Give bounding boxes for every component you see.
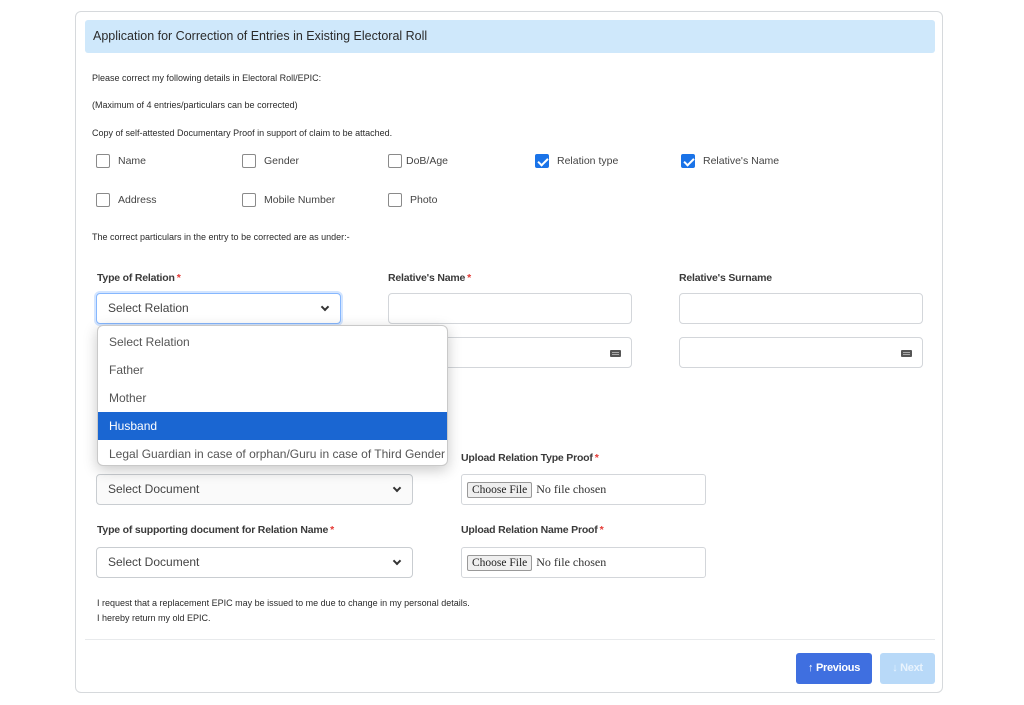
dropdown-option[interactable]: Legal Guardian in case of orphan/Guru in…: [98, 440, 447, 465]
relatives-name-input[interactable]: [388, 293, 632, 324]
checkbox-label: Mobile Number: [264, 194, 336, 206]
relatives-surname-input[interactable]: [679, 293, 923, 324]
type-of-relation-select[interactable]: Select Relation: [96, 293, 341, 324]
checkbox-label: Photo: [410, 194, 438, 206]
replacement-request-text: I request that a replacement EPIC may be…: [97, 598, 470, 608]
relatives-surname-label: Relative's Surname: [679, 272, 772, 284]
dropdown-option[interactable]: Mother: [98, 384, 447, 412]
checkbox-gender[interactable]: Gender: [242, 154, 299, 168]
upload-relation-type-label: Upload Relation Type Proof *: [461, 452, 599, 464]
checkbox-box[interactable]: [242, 193, 256, 207]
checkbox-checked-icon[interactable]: [535, 154, 549, 168]
checkbox-relation-type[interactable]: Relation type: [535, 154, 618, 168]
checkbox-box[interactable]: [96, 193, 110, 207]
checkbox-mobile-number[interactable]: Mobile Number: [242, 193, 335, 207]
checkbox-checked-icon[interactable]: [681, 154, 695, 168]
keyboard-icon[interactable]: [901, 350, 912, 357]
dropdown-option[interactable]: Father: [98, 356, 447, 384]
checkbox-box[interactable]: [96, 154, 110, 168]
checkbox-name[interactable]: Name: [96, 154, 146, 168]
doc-relation-type-select[interactable]: Select Document: [96, 474, 413, 505]
dropdown-option[interactable]: Select Relation: [98, 328, 447, 356]
form-title: Application for Correction of Entries in…: [85, 20, 935, 53]
doc-relation-name-label: Type of supporting document for Relation…: [97, 524, 335, 536]
relatives-name-label: Relative's Name *: [388, 272, 472, 284]
file-status: No file chosen: [536, 555, 607, 569]
file-status: No file chosen: [536, 482, 607, 496]
divider: [85, 639, 935, 640]
relatives-surname-regional-input[interactable]: [679, 337, 923, 368]
note-correct-details: Please correct my following details in E…: [92, 73, 322, 83]
checkbox-label: Address: [118, 194, 157, 206]
chevron-down-icon: [320, 302, 330, 312]
upload-relation-name-file[interactable]: Choose File No file chosen: [461, 547, 706, 578]
checkbox-relatives-name[interactable]: Relative's Name: [681, 154, 779, 168]
next-button[interactable]: ↓ Next: [880, 653, 935, 684]
chevron-down-icon: [392, 483, 402, 493]
checkbox-label: Relation type: [557, 155, 619, 167]
checkbox-box[interactable]: [388, 154, 402, 168]
upload-relation-name-label: Upload Relation Name Proof *: [461, 524, 604, 536]
doc-relation-name-select[interactable]: Select Document: [96, 547, 413, 578]
relation-dropdown-list: Select Relation Father Mother Husband Le…: [97, 325, 448, 466]
type-of-relation-label: Type of Relation *: [97, 272, 181, 284]
choose-file-button[interactable]: Choose File: [467, 554, 533, 571]
choose-file-button[interactable]: Choose File: [467, 481, 533, 498]
chevron-down-icon: [392, 556, 402, 566]
checkbox-address[interactable]: Address: [96, 193, 157, 207]
dropdown-option-highlighted[interactable]: Husband: [98, 412, 447, 440]
checkbox-label: DoB/Age: [406, 155, 449, 167]
note-max-entries: (Maximum of 4 entries/particulars can be…: [92, 100, 298, 110]
checkbox-dob-age[interactable]: DoB/Age: [388, 154, 448, 168]
return-epic-text: I hereby return my old EPIC.: [97, 613, 211, 623]
upload-relation-type-file[interactable]: Choose File No file chosen: [461, 474, 706, 505]
note-proof: Copy of self-attested Documentary Proof …: [92, 128, 393, 138]
checkbox-label: Relative's Name: [703, 155, 780, 167]
particulars-note: The correct particulars in the entry to …: [92, 232, 350, 242]
checkbox-box[interactable]: [242, 154, 256, 168]
keyboard-icon[interactable]: [610, 350, 621, 357]
checkbox-label: Gender: [264, 155, 300, 167]
checkbox-label: Name: [118, 155, 147, 167]
checkbox-photo[interactable]: Photo: [388, 193, 437, 207]
previous-button[interactable]: ↑ Previous: [796, 653, 872, 684]
checkbox-box[interactable]: [388, 193, 402, 207]
